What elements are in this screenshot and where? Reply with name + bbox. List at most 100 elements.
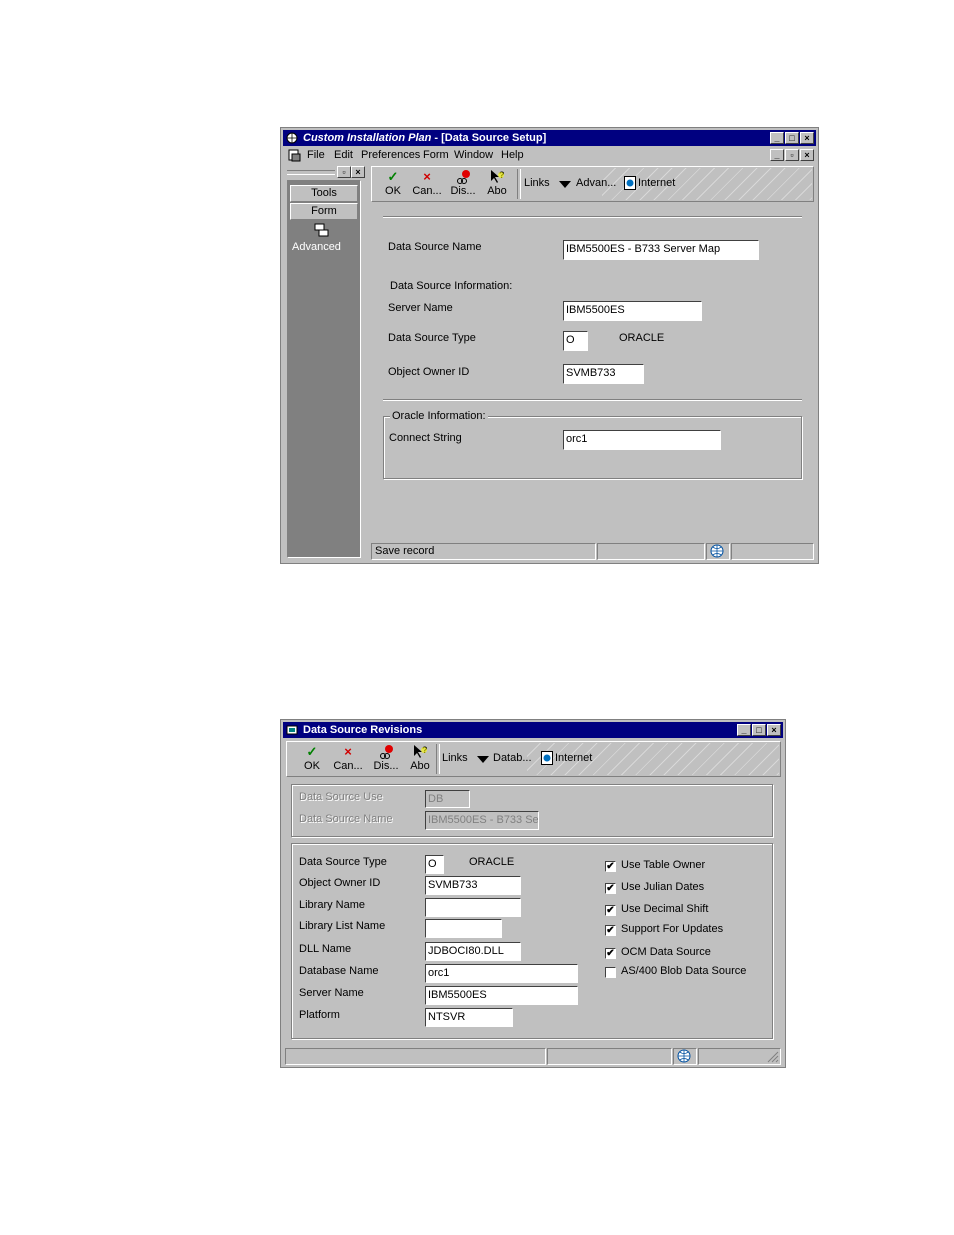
server-name-field[interactable]: IBM5500ES — [425, 986, 578, 1005]
about-button[interactable]: ? Abo — [482, 169, 512, 203]
support-for-updates-checkbox[interactable]: ✔ — [605, 925, 616, 936]
use-decimal-shift-checkbox[interactable]: ✔ — [605, 905, 616, 916]
data-source-type-field[interactable]: O — [563, 331, 588, 351]
data-source-type-description: ORACLE — [619, 332, 665, 344]
dropdown-arrow-icon[interactable] — [559, 181, 571, 189]
menu-form[interactable]: Form — [423, 149, 449, 161]
menu-bar: File Edit Preferences Form Window Help _… — [283, 147, 816, 163]
menu-file[interactable]: File — [307, 149, 325, 161]
advanced-icon[interactable] — [314, 223, 330, 237]
object-owner-id-label: Object Owner ID — [388, 366, 470, 378]
ok-label: OK — [304, 760, 320, 772]
database-menu[interactable]: Datab... — [493, 752, 532, 764]
library-list-name-field[interactable] — [425, 919, 502, 938]
platform-label: Platform — [299, 1009, 340, 1021]
ok-button[interactable]: ✓ OK — [378, 169, 408, 203]
exit-bar-close-button[interactable]: × — [351, 166, 365, 178]
use-table-owner-checkbox[interactable]: ✔ — [605, 861, 616, 872]
use-julian-dates-label: Use Julian Dates — [621, 881, 705, 893]
data-source-name-field[interactable]: IBM5500ES - B733 Server Map — [563, 240, 759, 260]
close-button[interactable]: × — [800, 132, 814, 144]
use-julian-dates-checkbox[interactable]: ✔ — [605, 883, 616, 894]
object-owner-id-field[interactable]: SVMB733 — [563, 364, 644, 384]
exit-bar-grip[interactable] — [287, 170, 335, 175]
minimize-button[interactable]: _ — [770, 132, 784, 144]
check-icon: ✓ — [387, 169, 399, 184]
data-source-type-field[interactable]: O — [425, 855, 444, 874]
dll-name-field[interactable]: JDBOCI80.DLL — [425, 942, 521, 961]
globe-icon — [677, 1049, 691, 1063]
cancel-label: Can... — [333, 760, 363, 772]
data-source-setup-window: Custom Installation Plan - [Data Source … — [280, 127, 819, 564]
toolbar-separator — [436, 744, 440, 774]
document-icon — [288, 149, 301, 162]
server-name-field[interactable]: IBM5500ES — [563, 301, 702, 321]
form-button[interactable]: Form — [290, 203, 358, 220]
toolbar: ✓ OK × Can... Dis... ? Abo Links Advan..… — [371, 166, 814, 202]
advanced-label[interactable]: Advanced — [292, 241, 341, 253]
ocm-data-source-label: OCM Data Source — [621, 946, 711, 958]
resize-grip-icon[interactable] — [767, 1051, 779, 1063]
cancel-button[interactable]: × Can... — [412, 169, 442, 203]
status-panel-4 — [731, 543, 814, 560]
x-icon: × — [344, 744, 352, 759]
child-minimize-button[interactable]: _ — [770, 149, 784, 161]
data-source-name-label: Data Source Name — [388, 241, 482, 253]
maximize-button[interactable]: □ — [752, 724, 766, 736]
ocm-data-source-checkbox[interactable]: ✔ — [605, 948, 616, 959]
internet-link[interactable]: Internet — [555, 752, 592, 764]
status-globe-panel — [673, 1048, 697, 1065]
tools-button[interactable]: Tools — [290, 185, 358, 202]
library-list-name-label: Library List Name — [299, 920, 386, 932]
library-name-field[interactable] — [425, 898, 521, 917]
connect-string-field[interactable]: orc1 — [563, 430, 721, 450]
status-text: Save record — [371, 543, 596, 560]
about-label: Abo — [487, 185, 507, 197]
as400-blob-label: AS/400 Blob Data Source — [621, 965, 747, 977]
maximize-button[interactable]: □ — [785, 132, 799, 144]
minimize-button[interactable]: _ — [737, 724, 751, 736]
title-bar[interactable]: Data Source Revisions _ □ × — [283, 722, 783, 738]
data-source-info-title: Data Source Information: — [390, 280, 513, 292]
exit-bar-restore-button[interactable]: ▫ — [337, 166, 351, 178]
dropdown-arrow-icon[interactable] — [477, 756, 489, 764]
menu-window[interactable]: Window — [454, 149, 493, 161]
object-owner-id-field[interactable]: SVMB733 — [425, 876, 521, 895]
window-title: Custom Installation Plan - [Data Source … — [303, 132, 547, 144]
title-bar[interactable]: Custom Installation Plan - [Data Source … — [283, 130, 816, 146]
status-text — [285, 1048, 546, 1065]
dll-name-label: DLL Name — [299, 943, 352, 955]
display-button[interactable]: Dis... — [448, 169, 478, 203]
menu-help[interactable]: Help — [501, 149, 524, 161]
app-globe-icon — [286, 132, 298, 144]
object-owner-id-label: Object Owner ID — [299, 877, 381, 889]
database-name-field[interactable]: orc1 — [425, 964, 578, 983]
data-source-use-field: DB — [425, 790, 470, 808]
library-name-label: Library Name — [299, 899, 366, 911]
oracle-info-title: Oracle Information: — [390, 410, 488, 422]
data-source-name-field: IBM5500ES - B733 Se — [425, 811, 539, 830]
form-area: Data Source Name IBM5500ES - B733 Server… — [371, 204, 814, 542]
advanced-menu[interactable]: Advan... — [576, 177, 616, 189]
data-source-type-description: ORACLE — [469, 856, 515, 868]
display-label: Dis... — [450, 185, 476, 197]
display-button[interactable]: Dis... — [371, 744, 401, 778]
links-menu[interactable]: Links — [442, 752, 468, 764]
use-decimal-shift-label: Use Decimal Shift — [621, 903, 709, 915]
child-close-button[interactable]: × — [800, 149, 814, 161]
internet-link[interactable]: Internet — [638, 177, 675, 189]
menu-preferences[interactable]: Preferences — [361, 149, 420, 161]
internet-icon — [624, 176, 636, 190]
about-button[interactable]: ? Abo — [405, 744, 435, 778]
cancel-button[interactable]: × Can... — [333, 744, 363, 778]
globe-icon — [710, 544, 724, 558]
menu-edit[interactable]: Edit — [334, 149, 353, 161]
close-button[interactable]: × — [767, 724, 781, 736]
check-icon: ✓ — [306, 744, 318, 759]
ok-button[interactable]: ✓ OK — [297, 744, 327, 778]
internet-icon — [541, 751, 553, 765]
as400-blob-checkbox[interactable] — [605, 967, 616, 978]
links-menu[interactable]: Links — [524, 177, 550, 189]
platform-field[interactable]: NTSVR — [425, 1008, 513, 1027]
child-restore-button[interactable]: ▫ — [785, 149, 799, 161]
